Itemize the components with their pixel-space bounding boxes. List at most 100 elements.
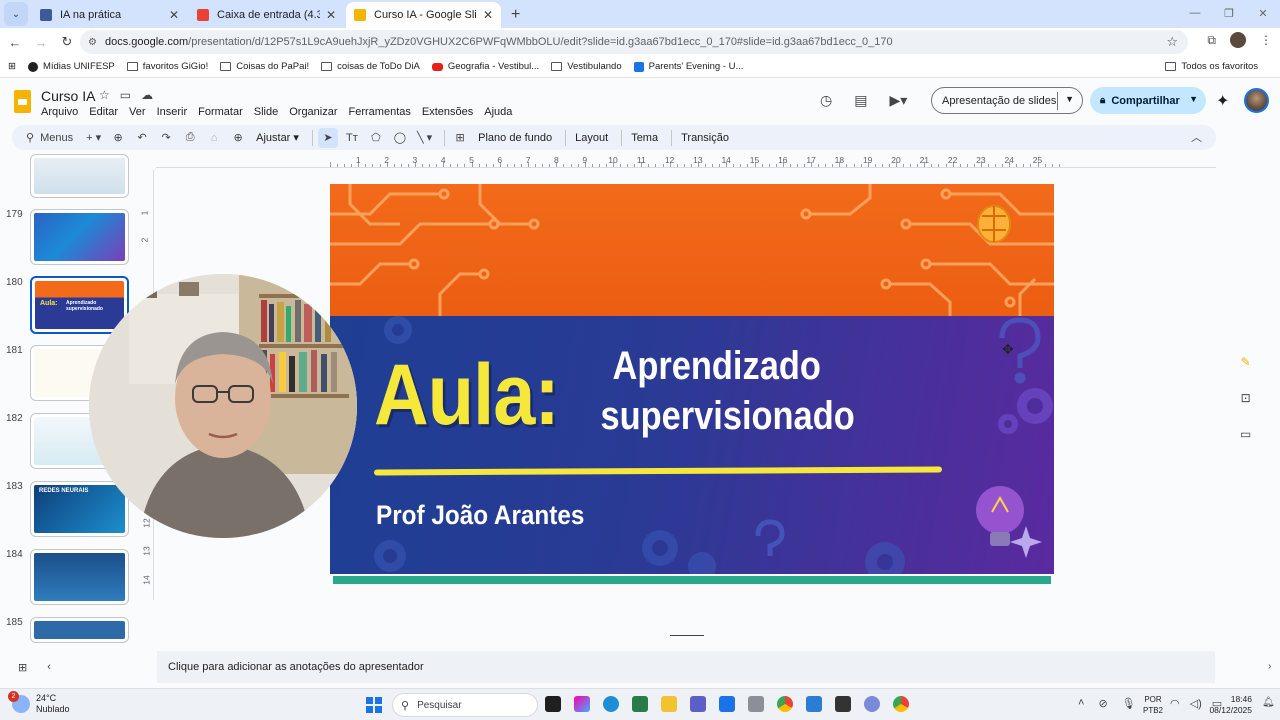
add-slide-icon[interactable]: ⊕ [108, 128, 128, 148]
network-off-icon[interactable]: ⊘ [1098, 697, 1107, 710]
chevron-down-icon[interactable]: ▼ [1189, 94, 1198, 104]
text-box-icon[interactable]: Tт [342, 128, 362, 148]
paint-format-icon[interactable]: ⌂ [204, 128, 224, 148]
close-tab-icon[interactable]: ✕ [483, 8, 493, 22]
collapse-filmstrip-icon[interactable]: ‹ [47, 661, 51, 674]
site-info-icon[interactable]: ⚙ [88, 37, 97, 48]
word-icon[interactable] [806, 696, 822, 712]
chevron-up-icon[interactable]: ︿ [1191, 129, 1202, 145]
snipping-icon[interactable] [632, 696, 648, 712]
start-button[interactable] [366, 697, 382, 713]
bookmark-star-icon[interactable]: ☆ [1166, 34, 1178, 50]
history-icon[interactable]: ◷ [820, 92, 832, 109]
comment-add-icon[interactable]: ⊞ [450, 128, 470, 148]
menu-editar[interactable]: Editar [89, 106, 118, 118]
copilot-icon[interactable] [574, 696, 590, 712]
shape-icon[interactable]: ◯ [390, 128, 410, 148]
meet-icon[interactable]: ▶▾ [889, 92, 907, 109]
browser-tab-1[interactable]: IA na prática ✕ [32, 2, 187, 28]
slideshow-button[interactable]: Apresentação de slides ▼ [931, 87, 1083, 114]
wifi-icon[interactable]: ◠ [1170, 697, 1180, 710]
slides-logo-icon[interactable] [14, 90, 31, 113]
edge-icon[interactable] [603, 696, 619, 712]
cloud-status-icon[interactable]: ☁ [141, 88, 153, 102]
theme-button[interactable]: Tema [627, 128, 662, 148]
layout-button[interactable]: Layout [571, 128, 612, 148]
transition-button[interactable]: Transição [677, 128, 733, 148]
new-slide-icon[interactable]: + ▾ [83, 128, 104, 148]
slide-thumbnail[interactable] [30, 617, 129, 643]
teams-icon[interactable] [690, 696, 706, 712]
resize-handle[interactable] [670, 635, 704, 636]
slide-thumbnail[interactable] [30, 549, 129, 605]
clock[interactable]: 18:46 08/12/2025 [1208, 694, 1252, 716]
gemini-icon[interactable]: ✦ [1216, 91, 1229, 111]
expand-panel-icon[interactable]: › [1268, 661, 1271, 672]
slide-thumbnail[interactable] [30, 154, 129, 198]
menus-search[interactable]: ⚲ Menus [20, 128, 79, 148]
browser-menu-icon[interactable]: ⋮ [1260, 33, 1272, 47]
print-icon[interactable]: ⎙ [180, 128, 200, 148]
store-icon[interactable] [719, 696, 735, 712]
weather-widget[interactable]: 2 24°C Nublado [8, 691, 70, 715]
bookmark-item[interactable]: Geografia - Vestibul... [431, 61, 539, 72]
language-indicator[interactable]: POR PTB2 [1143, 694, 1163, 716]
line-icon[interactable]: ╲ ▾ [414, 128, 435, 148]
browser-tab-3[interactable]: Curso IA - Google Slides ✕ [346, 2, 501, 28]
slide-thumbnail[interactable] [30, 209, 129, 265]
menu-inserir[interactable]: Inserir [157, 106, 188, 118]
close-tab-icon[interactable]: ✕ [169, 8, 179, 22]
new-tab-plus-icon[interactable]: + [511, 6, 520, 24]
profile-avatar[interactable] [1230, 32, 1246, 48]
bookmark-item[interactable]: Mídias UNIFESP [27, 61, 115, 72]
select-cursor-icon[interactable]: ➤ [317, 127, 338, 148]
undo-icon[interactable]: ↶ [132, 128, 152, 148]
close-tab-icon[interactable]: ✕ [326, 8, 336, 22]
speaker-notes[interactable]: Clique para adicionar as anotações do ap… [157, 651, 1215, 683]
app-icon[interactable] [748, 696, 764, 712]
apps-grid-icon[interactable]: ⊞ [8, 61, 16, 72]
file-explorer-icon[interactable] [661, 696, 677, 712]
menu-organizar[interactable]: Organizar [289, 106, 337, 118]
tab-search-icon[interactable]: ⌄ [4, 2, 28, 26]
user-avatar[interactable] [1244, 88, 1269, 113]
forward-icon[interactable]: → [30, 31, 52, 53]
chrome-profile-icon[interactable] [893, 696, 909, 712]
restore-icon[interactable]: ❐ [1212, 0, 1246, 26]
menu-ver[interactable]: Ver [129, 106, 146, 118]
bookmark-item[interactable]: Parents' Evening - U... [633, 61, 743, 72]
close-window-icon[interactable]: ✕ [1246, 0, 1280, 26]
tasks-icon[interactable]: ⊡ [1241, 391, 1251, 405]
document-title[interactable]: Curso IA [41, 88, 95, 104]
capcut-icon[interactable] [835, 696, 851, 712]
address-bar[interactable]: ⚙ docs.google.com/presentation/d/12P57s1… [80, 30, 1188, 54]
bookmark-item[interactable]: Coisas do PaPai! [220, 61, 309, 72]
taskbar-search[interactable]: ⚲ Pesquisar [392, 693, 538, 717]
menu-ajuda[interactable]: Ajuda [484, 106, 512, 118]
bookmark-item[interactable]: favoritos GiGio! [126, 61, 208, 72]
browser-tab-2[interactable]: Caixa de entrada (4.385) - joao ✕ [189, 2, 344, 28]
minimize-icon[interactable]: — [1178, 0, 1212, 26]
zoom-select[interactable]: Ajustar ▾ [252, 128, 303, 148]
menu-extensoes[interactable]: Extensões [422, 106, 473, 118]
speaker-icon[interactable]: ◁) [1190, 697, 1202, 710]
r-app-icon[interactable] [864, 696, 880, 712]
zoom-icon[interactable]: ⊕ [228, 128, 248, 148]
keep-icon[interactable]: ✎ [1241, 355, 1251, 369]
redo-icon[interactable]: ↷ [156, 128, 176, 148]
grid-view-icon[interactable]: ⊞ [18, 661, 27, 674]
move-folder-icon[interactable]: ▭ [120, 88, 131, 102]
menu-slide[interactable]: Slide [254, 106, 278, 118]
chevron-down-icon[interactable]: ▼ [1065, 94, 1074, 104]
reload-icon[interactable]: ↻ [56, 31, 78, 53]
task-view-icon[interactable] [545, 696, 561, 712]
extensions-icon[interactable]: ⧉ [1207, 33, 1216, 48]
notification-bell-icon[interactable]: 🔔︎ [1262, 697, 1275, 708]
menu-formatar[interactable]: Formatar [198, 106, 243, 118]
bookmark-item[interactable]: coisas de ToDo DiA [321, 61, 420, 72]
chevron-up-icon[interactable]: ˄ [1078, 697, 1084, 710]
folder-icon[interactable]: ▭ [1240, 427, 1251, 441]
microphone-icon[interactable]: 🎙︎ [1122, 697, 1136, 710]
all-bookmarks[interactable]: Todos os favoritos [1165, 61, 1258, 72]
chrome-icon[interactable] [777, 696, 793, 712]
